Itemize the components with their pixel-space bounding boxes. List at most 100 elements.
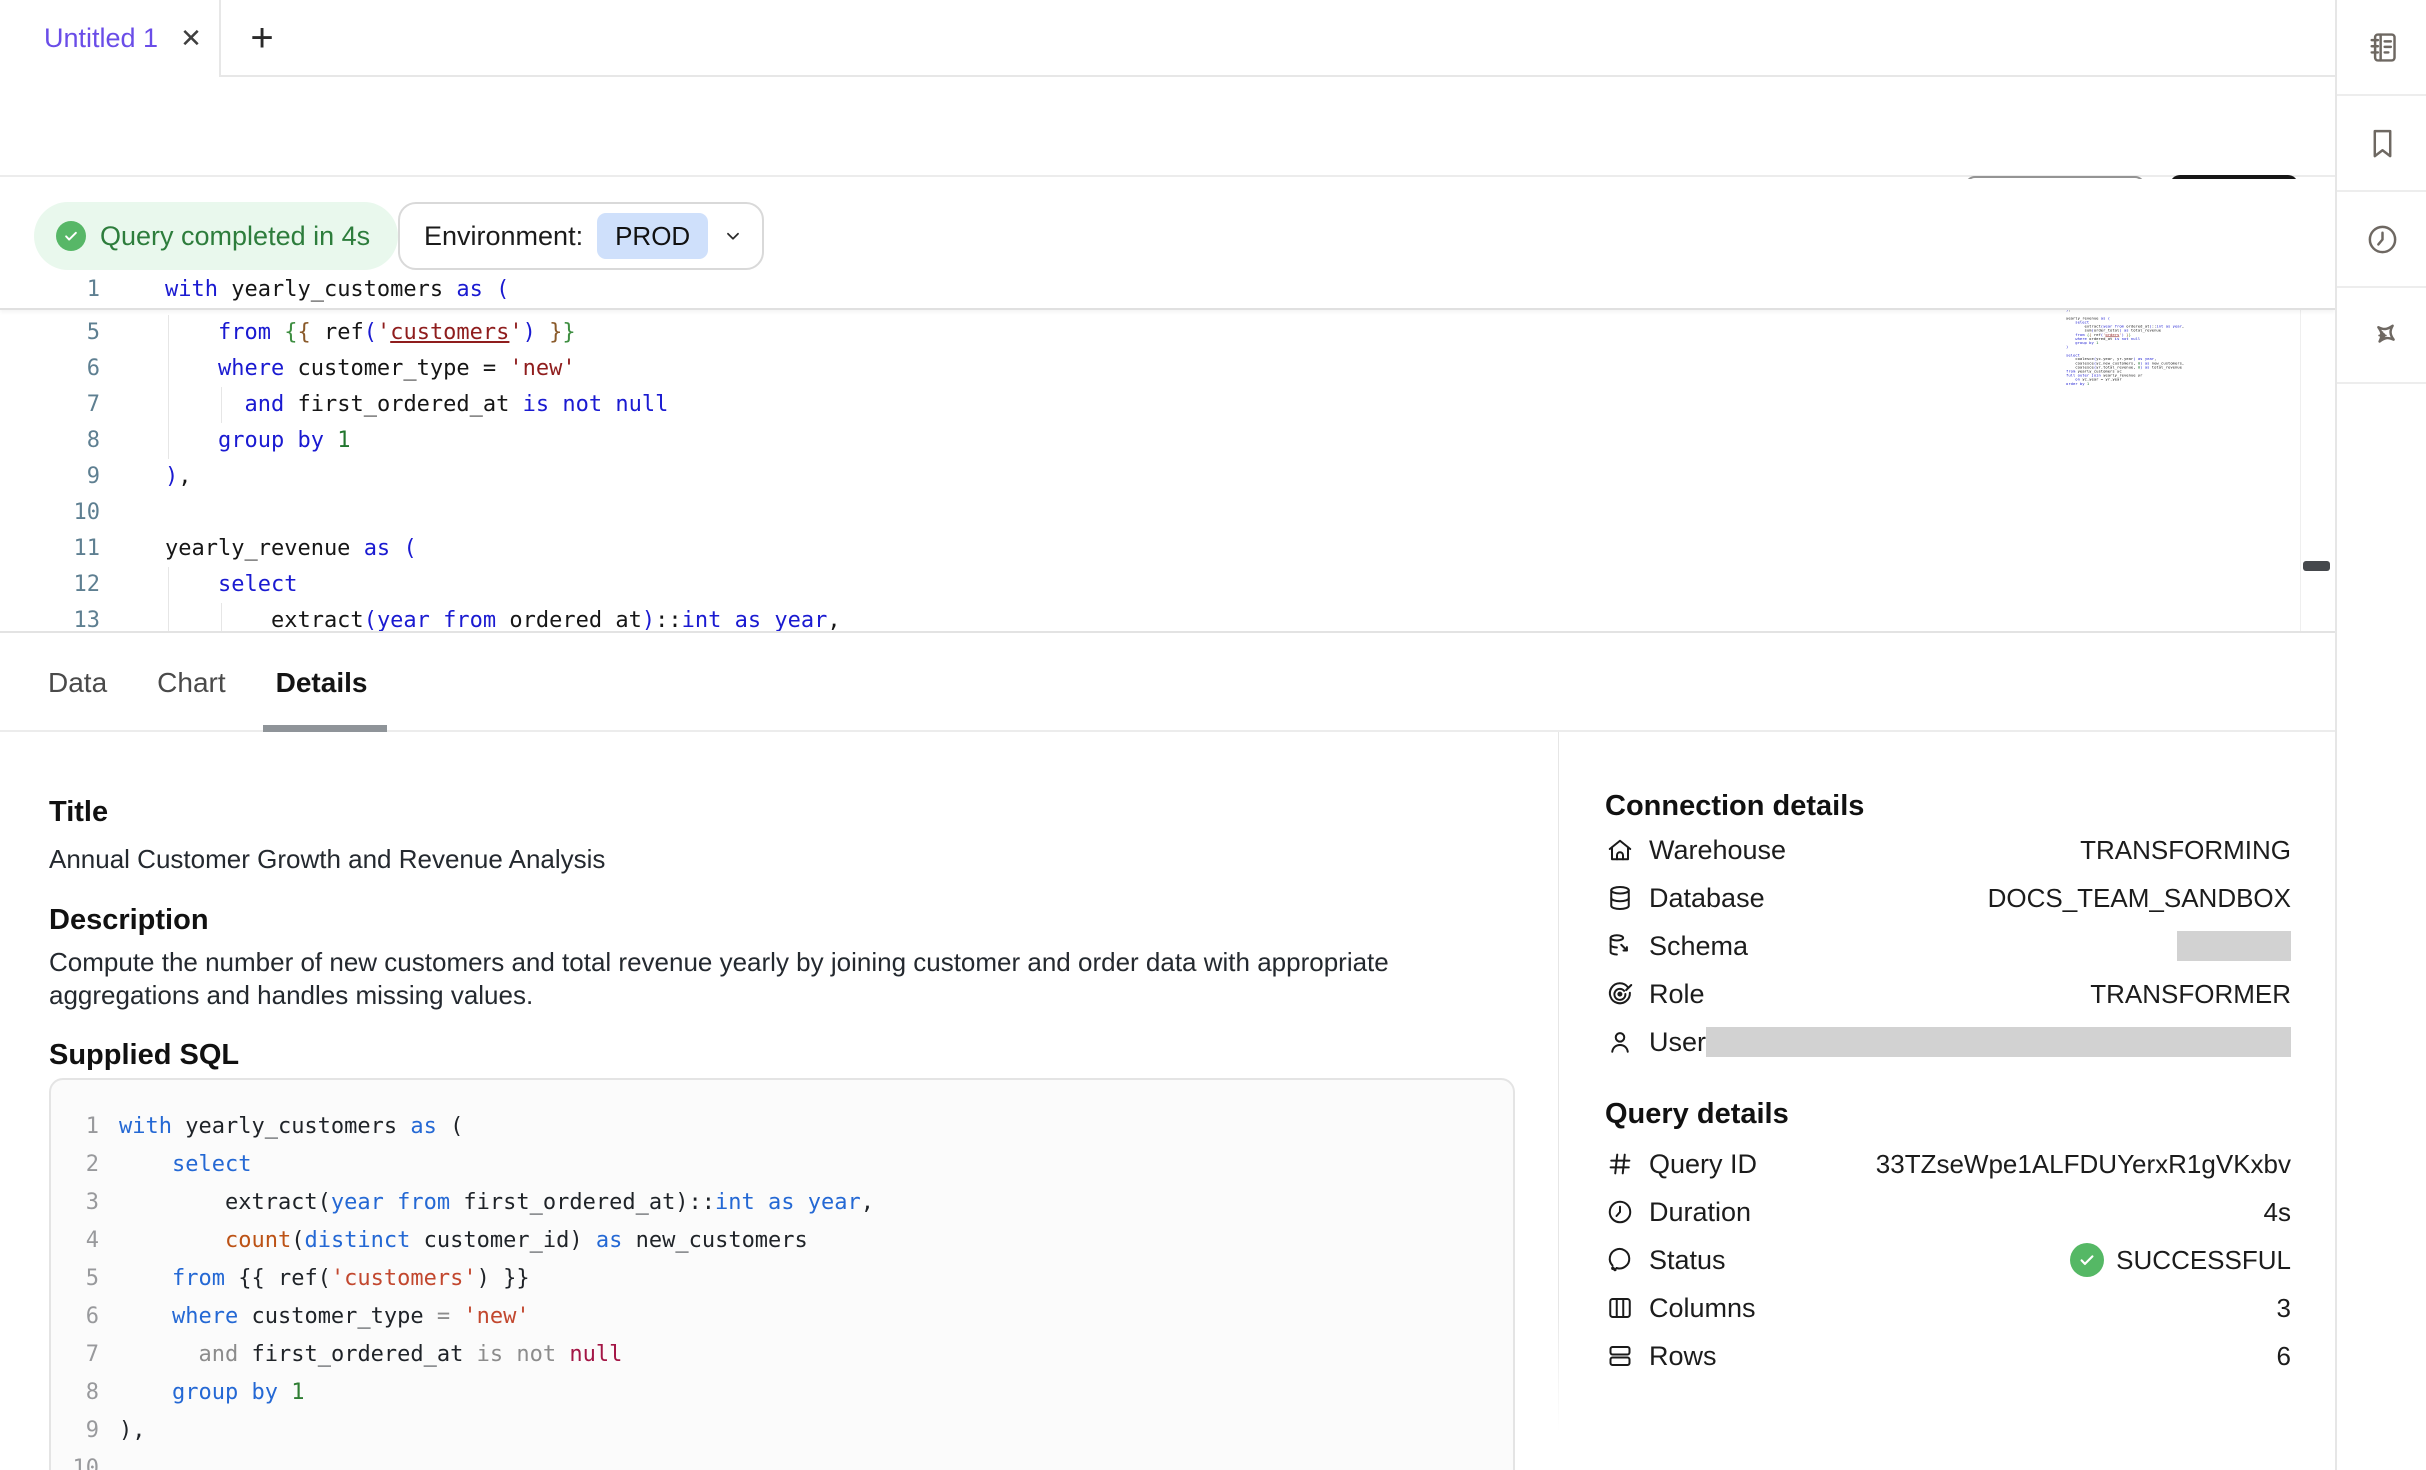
sidebar-button-clock[interactable]: [2337, 192, 2426, 288]
tab-bar: Untitled 1 ✕ +: [0, 0, 2335, 77]
duration-icon: [1605, 1197, 1635, 1227]
line-code: count(distinct customer_id) as new_custo…: [119, 1222, 808, 1260]
sidebar-button-notebook[interactable]: [2337, 0, 2426, 96]
line-number: 7: [0, 387, 100, 423]
detail-row-query-id: Query ID 33TZseWpe1ALFDUYerxR1gVKxbv: [1605, 1146, 2291, 1182]
line-number: 13: [0, 603, 100, 633]
sql-card-line: 5 from {{ ref('customers') }}: [51, 1260, 1513, 1298]
detail-value: TRANSFORMING: [2080, 835, 2291, 866]
line-number: 9: [51, 1412, 99, 1450]
line-code: select: [119, 1146, 251, 1184]
line-number: 10: [0, 495, 100, 531]
line-code: group by 1: [119, 1374, 304, 1412]
indent-guide: [221, 387, 222, 423]
editor-line[interactable]: 8 group by 1: [0, 423, 2335, 459]
editor-line[interactable]: 7 and first_ordered_at is not null: [0, 387, 2335, 423]
line-number: 11: [0, 531, 100, 567]
editor-line[interactable]: 6 where customer_type = 'new': [0, 351, 2335, 387]
query-status-pill: Query completed in 4s: [34, 202, 398, 270]
line-code: where customer_type = 'new': [165, 351, 576, 387]
title-heading: Title: [49, 796, 108, 829]
app-window: Untitled 1 ✕ + Develop Run: [0, 0, 2426, 1470]
scrollbar-thumb[interactable]: [2303, 561, 2330, 571]
sql-card-line: 9),: [51, 1412, 1513, 1450]
detail-value: TRANSFORMER: [2090, 979, 2291, 1010]
supplied-sql-code-block: 1with yearly_customers as (2 select3 ext…: [49, 1078, 1515, 1470]
detail-row-schema: Schema: [1605, 928, 2291, 964]
redacted-value: [2177, 931, 2291, 961]
sql-card-line: 3 extract(year from first_ordered_at)::i…: [51, 1184, 1513, 1222]
editor-lines[interactable]: 5 from {{ ref('customers') }}6 where cus…: [0, 315, 2335, 633]
line-code: with yearly_customers as (: [165, 272, 509, 308]
query-details-heading: Query details: [1605, 1098, 1789, 1131]
line-number: 12: [0, 567, 100, 603]
line-number: 4: [51, 1222, 99, 1260]
detail-label: Query ID: [1649, 1149, 1757, 1180]
tab-chart[interactable]: Chart: [157, 667, 225, 699]
sql-card-line: 7 and first_ordered_at is not null: [51, 1336, 1513, 1374]
line-code: with yearly_customers as (: [119, 1108, 463, 1146]
environment-value-chip: PROD: [597, 213, 708, 259]
sidebar-button-bookmark[interactable]: [2337, 96, 2426, 192]
connection-details-heading: Connection details: [1605, 790, 1864, 823]
detail-row-user: User: [1605, 1024, 2291, 1060]
code-editor[interactable]: 5 from {{ ref('customers') }}6 where cus…: [0, 272, 2335, 633]
editor-minimap[interactable]: with yearly_customers as ( select extrac…: [2066, 276, 2302, 626]
environment-label: Environment:: [424, 221, 583, 252]
line-number: 2: [51, 1146, 99, 1184]
tab-untitled-1[interactable]: Untitled 1 ✕: [0, 0, 221, 77]
line-number: 7: [51, 1336, 99, 1374]
columns-icon: [1605, 1293, 1635, 1323]
details-panel: Title Annual Customer Growth and Revenue…: [0, 732, 2335, 1470]
tab-details[interactable]: Details: [276, 667, 368, 699]
schema-icon: [1605, 931, 1635, 961]
detail-label: Schema: [1649, 931, 1748, 962]
detail-value: DOCS_TEAM_SANDBOX: [1988, 883, 2291, 914]
editor-line[interactable]: 9),: [0, 459, 2335, 495]
detail-label: Duration: [1649, 1197, 1751, 1228]
detail-row-database: DatabaseDOCS_TEAM_SANDBOX: [1605, 880, 2291, 916]
detail-label: Rows: [1649, 1341, 1717, 1372]
hash-icon: [1605, 1149, 1635, 1179]
detail-row-columns: Columns3: [1605, 1290, 2291, 1326]
new-tab-button[interactable]: +: [232, 0, 292, 77]
status-icon: [1605, 1245, 1635, 1275]
sticky-scope-line[interactable]: 1 with yearly_customers as (: [0, 272, 2335, 310]
right-sidebar: [2335, 0, 2426, 1470]
editor-line[interactable]: 12 select: [0, 567, 2335, 603]
line-number: 9: [0, 459, 100, 495]
detail-row-role: RoleTRANSFORMER: [1605, 976, 2291, 1012]
warehouse-icon: [1605, 835, 1635, 865]
bookmark-icon: [2364, 125, 2401, 162]
line-code: group by 1: [165, 423, 350, 459]
notebook-icon: [2364, 29, 2401, 66]
tab-data[interactable]: Data: [48, 667, 107, 699]
close-icon[interactable]: ✕: [180, 23, 202, 54]
line-number: 10: [51, 1450, 99, 1470]
detail-value: 4s: [2264, 1197, 2291, 1228]
detail-label: Columns: [1649, 1293, 1756, 1324]
line-code: ),: [119, 1412, 146, 1450]
detail-value: 33TZseWpe1ALFDUYerxR1gVKxbv: [1876, 1149, 2291, 1180]
editor-line[interactable]: 5 from {{ ref('customers') }}: [0, 315, 2335, 351]
detail-row-warehouse: WarehouseTRANSFORMING: [1605, 832, 2291, 868]
toolbar: Develop Run: [0, 79, 2335, 177]
sidebar-button-logo[interactable]: [2337, 288, 2426, 384]
line-number: 6: [51, 1298, 99, 1336]
description-heading: Description: [49, 904, 209, 937]
line-code: extract(year from ordered_at)::int as ye…: [165, 603, 841, 633]
editor-line[interactable]: 10: [0, 495, 2335, 531]
line-number: 1: [0, 272, 100, 308]
line-number: 5: [0, 315, 100, 351]
environment-selector[interactable]: Environment: PROD: [398, 202, 764, 270]
sql-card-line: 6 where customer_type = 'new': [51, 1298, 1513, 1336]
rows-icon: [1605, 1341, 1635, 1371]
user-icon: [1605, 1027, 1635, 1057]
editor-line[interactable]: 13 extract(year from ordered_at)::int as…: [0, 603, 2335, 633]
clock-icon: [2364, 221, 2401, 258]
logo-icon: [2364, 317, 2401, 354]
line-code: extract(year from first_ordered_at)::int…: [119, 1184, 874, 1222]
editor-line[interactable]: 11yearly_revenue as (: [0, 531, 2335, 567]
check-circle-icon: [56, 221, 86, 251]
sql-card-line: 2 select: [51, 1146, 1513, 1184]
